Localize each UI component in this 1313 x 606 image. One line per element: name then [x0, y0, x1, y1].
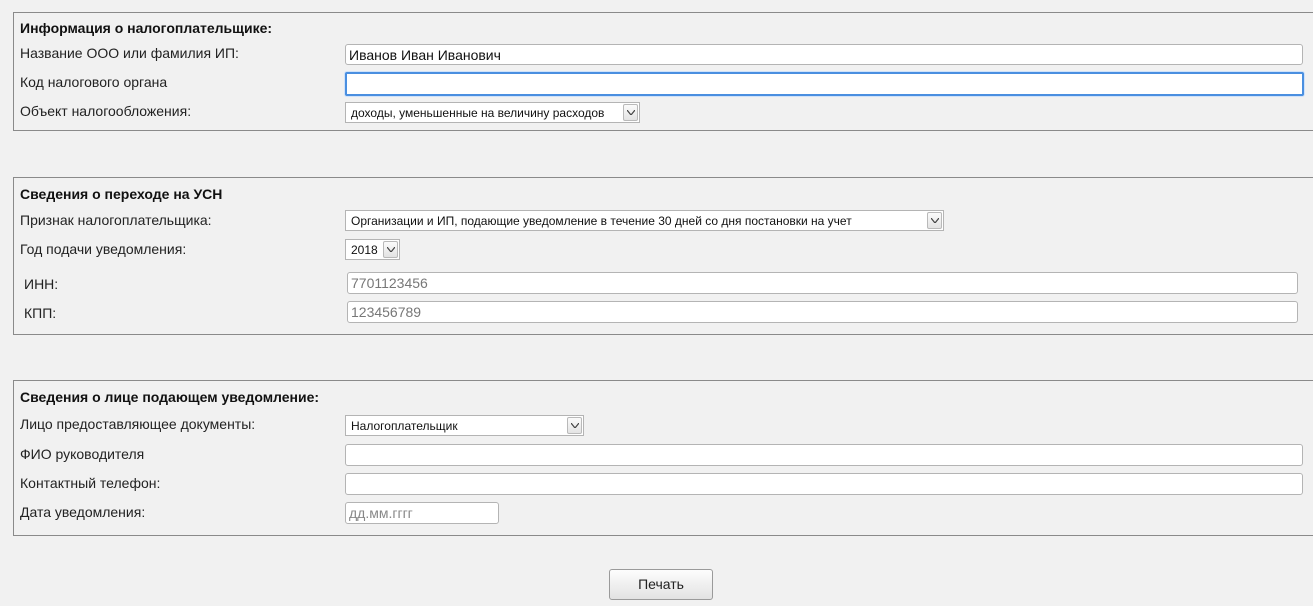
usn-transition-section: Сведения о переходе на УСН Признак налог… — [13, 177, 1313, 335]
submitter-selected: Налогоплательщик — [351, 419, 458, 433]
taxpayer-info-section: Информация о налогоплательщике: Название… — [13, 12, 1313, 131]
company-name-input[interactable] — [345, 44, 1303, 65]
section-title: Сведения о лице подающем уведомление: — [20, 389, 320, 405]
taxation-object-select[interactable]: доходы, уменьшенные на величину расходов — [345, 102, 640, 123]
section-title: Информация о налогоплательщике: — [20, 20, 273, 36]
director-name-label: ФИО руководителя — [20, 446, 145, 462]
kpp-label: КПП: — [24, 305, 57, 321]
kpp-input[interactable] — [347, 301, 1298, 323]
print-button[interactable]: Печать — [609, 569, 713, 600]
chevron-down-icon — [567, 417, 582, 434]
director-name-input[interactable] — [345, 444, 1303, 466]
year-label: Год подачи уведомления: — [20, 241, 187, 257]
taxation-object-selected: доходы, уменьшенные на величину расходов — [351, 106, 605, 120]
chevron-down-icon — [623, 104, 638, 121]
notice-date-label: Дата уведомления: — [20, 504, 146, 520]
phone-label: Контактный телефон: — [20, 475, 161, 491]
taxpayer-sign-selected: Организации и ИП, подающие уведомление в… — [351, 214, 852, 228]
submitter-select[interactable]: Налогоплательщик — [345, 415, 584, 436]
year-select[interactable]: 2018 — [345, 239, 400, 260]
year-selected: 2018 — [351, 243, 378, 257]
tax-office-code-input[interactable] — [345, 72, 1304, 96]
submitter-label: Лицо предоставляющее документы: — [20, 416, 256, 432]
chevron-down-icon — [927, 212, 942, 229]
taxpayer-sign-select[interactable]: Организации и ИП, подающие уведомление в… — [345, 210, 944, 231]
taxpayer-sign-label: Признак налогоплательщика: — [20, 212, 212, 228]
section-title: Сведения о переходе на УСН — [20, 186, 223, 202]
taxation-object-label: Объект налогообложения: — [20, 103, 192, 119]
tax-office-code-label: Код налогового органа — [20, 74, 168, 90]
company-name-label: Название ООО или фамилия ИП: — [20, 45, 239, 61]
inn-label: ИНН: — [24, 276, 59, 292]
submitter-info-section: Сведения о лице подающем уведомление: Ли… — [13, 380, 1313, 536]
chevron-down-icon — [383, 241, 398, 258]
notice-date-input[interactable] — [345, 502, 499, 524]
phone-input[interactable] — [345, 473, 1303, 495]
inn-input[interactable] — [347, 272, 1298, 294]
